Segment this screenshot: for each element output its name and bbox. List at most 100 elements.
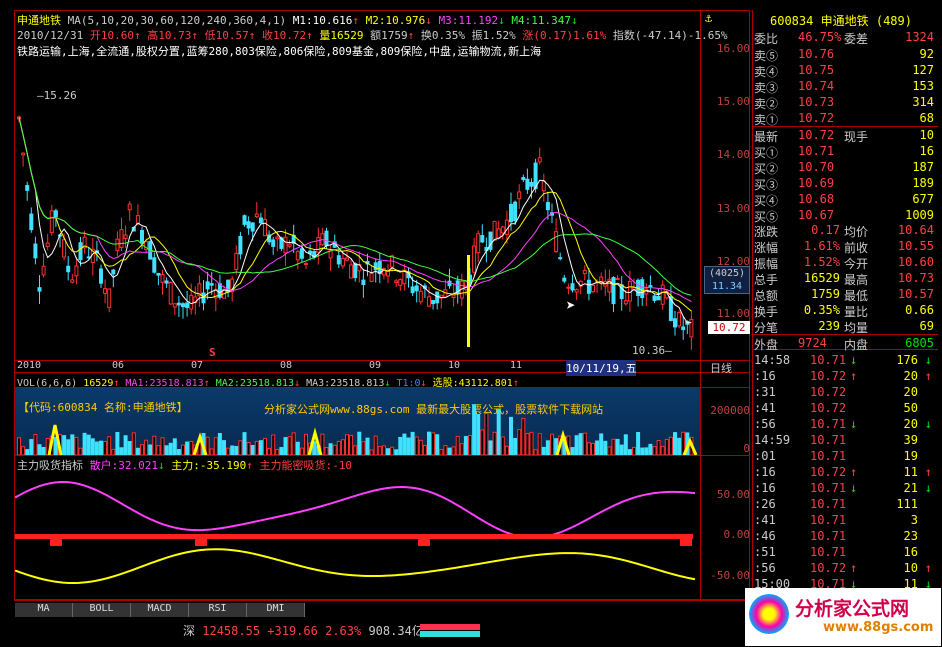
volume-bar (619, 444, 624, 455)
tab-rsi[interactable]: RSI (189, 603, 247, 617)
tick-price: 10.71 (810, 481, 847, 495)
anchor-icon[interactable]: ⚓ (705, 11, 712, 25)
volume-bar (644, 447, 649, 455)
volume-bar (66, 439, 71, 455)
volume-bar (94, 441, 99, 455)
stat-value: 1.61% (803, 239, 840, 253)
volume-bar (668, 436, 673, 455)
tick-price: 10.72 (810, 369, 847, 383)
volume-bar (652, 446, 657, 455)
tick-price: 10.72 (810, 561, 847, 575)
stat-value: 0.35% (803, 303, 840, 317)
volume-bar (468, 434, 472, 455)
volume-bar (377, 446, 382, 455)
month-label: 07 (191, 360, 204, 371)
candle-body (537, 157, 542, 163)
ask-volume: 127 (912, 63, 934, 77)
volume-bar (595, 440, 600, 455)
tab-macd[interactable]: MACD (131, 603, 189, 617)
tick-row: :51 10.71 16 (752, 544, 938, 560)
candle-body (181, 303, 185, 308)
tick-row: :41 10.72 50 (752, 400, 938, 416)
candle-body (640, 279, 645, 299)
volume-bar (603, 440, 608, 455)
volume-bar (599, 433, 604, 455)
tick-direction: ↓ (850, 481, 858, 495)
stat-value: 239 (818, 319, 840, 333)
tick-price: 10.72 (810, 465, 847, 479)
volume-bar (254, 440, 259, 455)
volume-bar (398, 436, 403, 455)
candle-body (295, 251, 300, 261)
tick-row: :46 10.71 23 (752, 528, 938, 544)
flower-logo-icon (749, 594, 789, 634)
volume-bar (345, 434, 349, 455)
volume-bar (381, 445, 386, 455)
tick-volume: 176 (896, 353, 918, 367)
outer-label: 外盘 (754, 338, 779, 352)
month-label: 09 (369, 360, 382, 371)
stat-row: 总额 1759 最低 10.57 (752, 286, 938, 303)
volume-bar (373, 435, 378, 455)
stock-name: 申通地铁 (17, 14, 61, 27)
indicator-tick: 0.00 (723, 528, 751, 541)
divider (14, 360, 750, 361)
volume-bar (472, 404, 477, 455)
ratio-bar-up (420, 624, 480, 630)
stat-row: 换手 0.35% 量比 0.66 (752, 302, 938, 319)
candle-body (673, 318, 677, 328)
volume-bar (230, 445, 235, 455)
stat-value: 10.57 (897, 287, 934, 301)
candle-body (509, 203, 513, 223)
tick-volume: 3 (910, 513, 918, 527)
stat-value: 1759 (811, 287, 840, 301)
candle-body (189, 294, 194, 310)
tab-dmi[interactable]: DMI (247, 603, 305, 617)
month-label: 08 (280, 360, 293, 371)
tab-boll[interactable]: BOLL (73, 603, 131, 617)
candle-body (176, 302, 181, 306)
month-label: 11 (510, 360, 523, 371)
volume-bar (99, 440, 103, 455)
candle-body (70, 279, 75, 283)
stat-row: 振幅 1.52% 今开 10.60 (752, 254, 938, 271)
tick-row: 14:58 10.71 ↓ 176 ↓ (752, 352, 938, 368)
amount-value: 额1759 (370, 29, 408, 42)
candle-body (37, 287, 42, 292)
volume-bar (209, 448, 214, 455)
tick-volume: 20 (903, 369, 918, 383)
bid-price: 10.67 (798, 208, 835, 222)
volume-bar (476, 413, 481, 455)
candle-body (115, 238, 120, 251)
volume-bar (525, 433, 530, 455)
stat-value: 10.73 (897, 271, 934, 285)
price-box-value: 11.34 (711, 281, 743, 292)
volume-bar (545, 440, 550, 455)
candle-body (99, 268, 103, 284)
candle-body (656, 295, 661, 301)
tick-price: 10.71 (810, 577, 847, 591)
volume-bar (627, 449, 632, 455)
period-label[interactable]: 日线 (710, 360, 732, 376)
volume-bar (537, 433, 542, 455)
volume-bar (291, 432, 296, 455)
candle-body (517, 191, 522, 200)
tab-ma[interactable]: MA (15, 603, 73, 617)
candle-body (677, 312, 682, 327)
candle-body (324, 230, 329, 247)
volume-bar (213, 437, 218, 455)
tick-volume: 19 (903, 449, 918, 463)
volume-bar (103, 441, 108, 455)
volume-bar (234, 445, 239, 455)
candle-body (349, 264, 354, 279)
volume-bar (677, 437, 682, 455)
candle-body (394, 280, 399, 284)
wb-value: 46.75% (798, 30, 842, 44)
volume-bar (304, 433, 308, 455)
volume-bar (636, 431, 641, 455)
volume-bar (62, 435, 67, 455)
outer-inner-row: 外盘 9724 内盘 6805 (752, 334, 938, 352)
m2-value: M2:10.976 (365, 14, 426, 27)
volume-bar (217, 433, 222, 455)
logo-url: www.88gs.com (823, 620, 934, 635)
